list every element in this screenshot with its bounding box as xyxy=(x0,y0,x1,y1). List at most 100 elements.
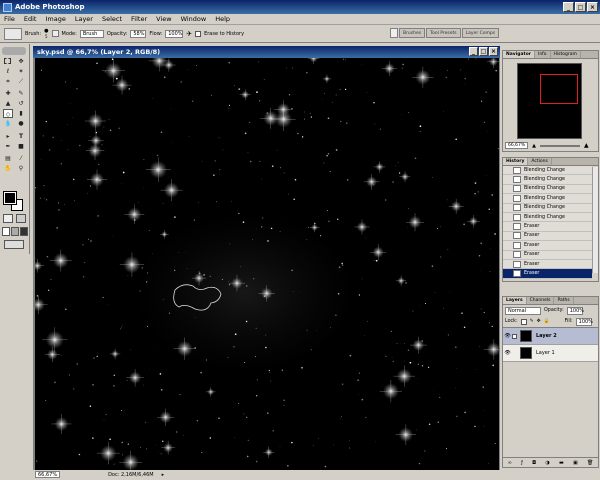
history-item[interactable]: Blending Change xyxy=(503,212,592,223)
type-tool-icon[interactable]: T xyxy=(16,132,26,141)
navigator-thumbnail[interactable] xyxy=(517,63,582,139)
history-item[interactable]: Eraser xyxy=(503,250,592,260)
menu-window[interactable]: Window xyxy=(181,15,207,23)
quick-mask-mode-icon[interactable] xyxy=(16,214,26,223)
pen-tool-icon[interactable]: ✒ xyxy=(3,142,13,151)
marquee-tool-icon[interactable] xyxy=(4,58,11,64)
history-item[interactable]: Eraser xyxy=(503,259,592,270)
brush-palette-icon[interactable] xyxy=(51,30,59,37)
tab-info[interactable]: Info xyxy=(535,51,551,58)
history-item[interactable]: Blending Change xyxy=(503,184,592,195)
tab-navigator[interactable]: Navigator xyxy=(503,51,535,58)
layer-row[interactable]: 👁 Layer 1 xyxy=(503,345,598,362)
adjustment-layer-icon[interactable]: ◑ xyxy=(545,460,549,466)
lasso-tool-icon[interactable]: ℓ xyxy=(3,67,13,76)
hand-tool-icon[interactable]: ✋ xyxy=(3,164,13,173)
screen-mode-full-icon[interactable] xyxy=(20,227,28,236)
history-item[interactable]: Eraser xyxy=(503,269,592,279)
layer-link-icon[interactable] xyxy=(512,333,517,339)
screen-mode-standard-icon[interactable] xyxy=(2,227,10,236)
menu-select[interactable]: Select xyxy=(102,15,122,23)
tool-preset-picker[interactable] xyxy=(4,27,22,40)
lock-position-icon[interactable]: ✥ xyxy=(537,319,541,324)
well-tab-brushes[interactable]: Brushes xyxy=(399,28,426,38)
new-layer-icon[interactable]: ▣ xyxy=(573,460,578,466)
layer-visibility-eye-icon[interactable]: 👁 xyxy=(503,333,512,339)
well-tab-tool-presets[interactable]: Tool Presets xyxy=(426,28,461,38)
shape-tool-icon[interactable]: ■ xyxy=(16,142,26,151)
menu-filter[interactable]: Filter xyxy=(131,15,147,23)
foreground-color-swatch[interactable] xyxy=(3,191,17,205)
navigator-zoom-value[interactable]: 66,67% xyxy=(505,142,529,149)
navigator-view-box[interactable] xyxy=(540,74,578,104)
airbrush-icon[interactable]: ✈ xyxy=(186,30,192,38)
history-item[interactable]: Eraser xyxy=(503,222,592,232)
tab-paths[interactable]: Paths xyxy=(554,297,574,304)
screen-mode-full-menu-icon[interactable] xyxy=(11,227,19,236)
eyedropper-tool-icon[interactable]: ⁄ xyxy=(16,154,26,163)
blend-mode-select[interactable]: Normal xyxy=(505,306,541,315)
new-group-icon[interactable]: ▬ xyxy=(559,460,564,466)
flow-input[interactable]: 100% xyxy=(165,29,184,38)
layer-style-icon[interactable]: ƒ xyxy=(521,460,523,466)
opacity-input[interactable]: 58% xyxy=(130,29,147,38)
eraser-tool-icon[interactable]: ◇ xyxy=(3,109,13,118)
layer-fill-input[interactable]: 100% xyxy=(575,317,593,326)
move-tool-icon[interactable]: ✥ xyxy=(16,57,26,66)
gradient-tool-icon[interactable]: ▮ xyxy=(16,109,26,118)
tab-channels[interactable]: Channels xyxy=(527,297,555,304)
lock-image-icon[interactable]: ✎ xyxy=(530,319,534,324)
layer-opacity-input[interactable]: 100% xyxy=(566,306,584,315)
brush-picker[interactable]: ● 5 xyxy=(44,28,48,39)
slice-tool-icon[interactable]: ⟋ xyxy=(16,77,26,86)
well-panel-icon[interactable] xyxy=(390,28,398,38)
menu-layer[interactable]: Layer xyxy=(75,15,93,23)
history-item[interactable]: Eraser xyxy=(503,241,592,251)
menu-edit[interactable]: Edit xyxy=(24,15,37,23)
menu-view[interactable]: View xyxy=(156,15,171,23)
menu-file[interactable]: File xyxy=(4,15,15,23)
blur-tool-icon[interactable]: 💧 xyxy=(3,119,13,128)
standard-mode-icon[interactable] xyxy=(3,214,13,223)
well-tab-layer-comps[interactable]: Layer Comps xyxy=(461,28,500,38)
navigator-zoom-slider[interactable] xyxy=(540,144,581,147)
tab-actions[interactable]: Actions xyxy=(528,158,552,165)
tab-histogram[interactable]: Histogram xyxy=(551,51,581,58)
menu-image[interactable]: Image xyxy=(45,15,65,23)
history-item[interactable]: Blending Change xyxy=(503,166,592,176)
brush-tool-icon[interactable]: ✎ xyxy=(16,89,26,98)
magic-wand-tool-icon[interactable]: ✶ xyxy=(16,67,26,76)
clone-stamp-tool-icon[interactable]: ▲ xyxy=(3,99,13,108)
layer-mask-icon[interactable]: ◘ xyxy=(532,460,536,466)
mode-select[interactable]: Brush xyxy=(79,29,104,38)
menu-help[interactable]: Help xyxy=(215,15,230,23)
tab-layers[interactable]: Layers xyxy=(503,297,527,304)
zoom-out-icon[interactable]: ▲ xyxy=(532,143,536,149)
history-item[interactable]: Blending Change xyxy=(503,175,592,185)
delete-layer-icon[interactable]: 🗑 xyxy=(587,460,593,466)
history-brush-tool-icon[interactable]: ↺ xyxy=(16,99,26,108)
lock-transparency-icon[interactable] xyxy=(520,318,527,325)
document-minimize-button[interactable]: _ xyxy=(469,47,478,56)
zoom-in-icon[interactable]: ▲ xyxy=(584,142,589,149)
document-close-button[interactable]: × xyxy=(489,47,498,56)
tab-history[interactable]: History xyxy=(503,158,529,165)
zoom-level[interactable]: 66,67% xyxy=(35,471,61,478)
notes-tool-icon[interactable]: ▤ xyxy=(3,154,13,163)
history-scrollbar[interactable] xyxy=(592,167,598,273)
history-item[interactable]: Blending Change xyxy=(503,203,592,213)
erase-to-history-checkbox[interactable] xyxy=(195,30,202,37)
canvas-starfield[interactable] xyxy=(35,58,499,470)
history-item[interactable]: Eraser xyxy=(503,231,592,242)
close-button[interactable]: × xyxy=(587,2,598,12)
history-item[interactable]: Blending Change xyxy=(503,194,592,204)
dodge-tool-icon[interactable]: ● xyxy=(16,119,26,128)
crop-tool-icon[interactable]: ⌗ xyxy=(3,77,13,86)
link-layers-icon[interactable]: ∞ xyxy=(508,460,512,466)
minimize-button[interactable]: _ xyxy=(563,2,574,12)
healing-brush-tool-icon[interactable]: ✚ xyxy=(3,89,13,98)
layer-link-icon[interactable] xyxy=(512,351,517,356)
layer-visibility-eye-icon[interactable]: 👁 xyxy=(503,350,512,356)
layer-row[interactable]: 👁 Layer 2 xyxy=(503,328,598,345)
path-selection-tool-icon[interactable]: ▸ xyxy=(3,132,13,141)
